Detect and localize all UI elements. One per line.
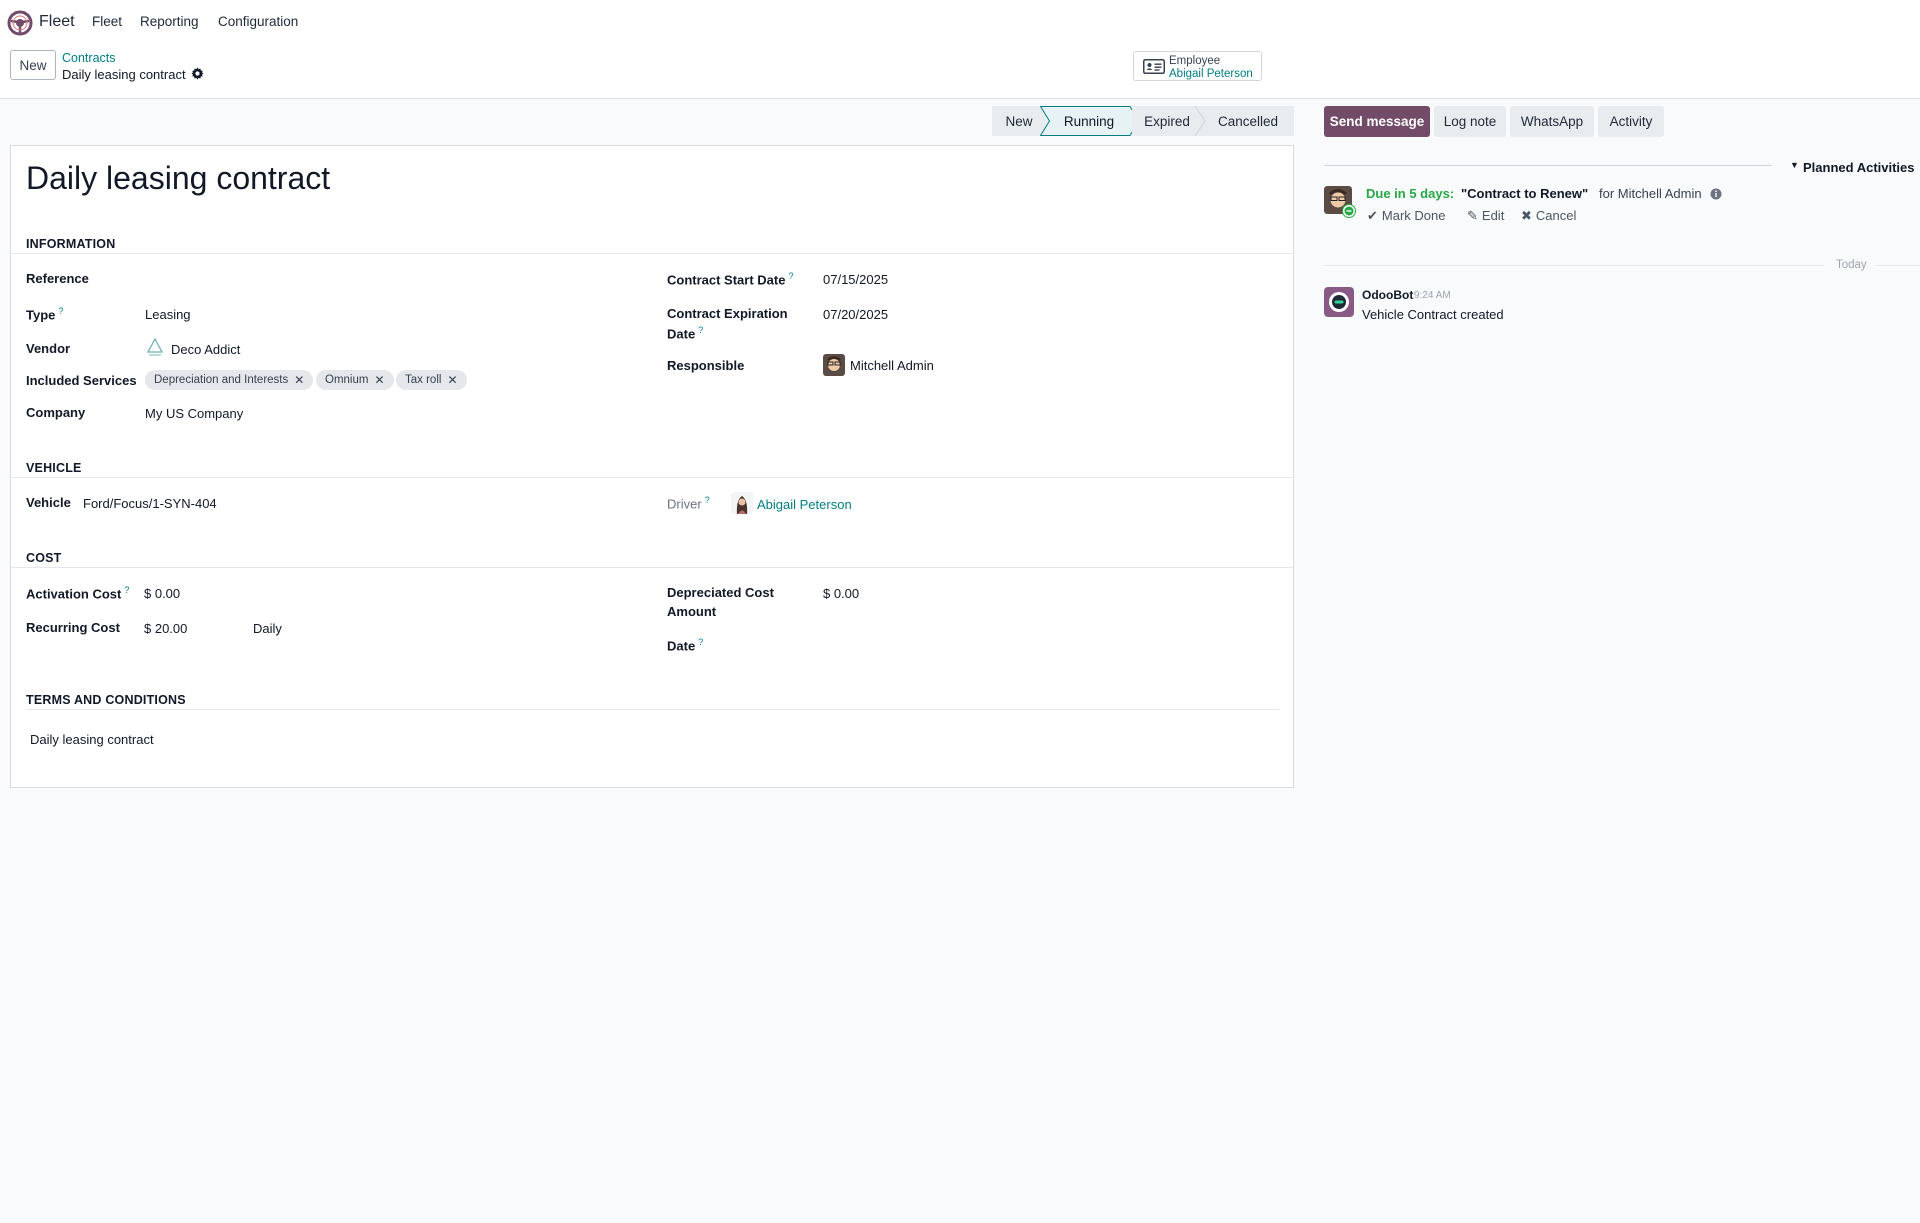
section-divider bbox=[11, 253, 1293, 254]
help-icon: ? bbox=[698, 637, 704, 647]
today-divider-left bbox=[1324, 265, 1824, 266]
form-sheet bbox=[10, 145, 1294, 788]
employee-label: Employee bbox=[1169, 55, 1221, 67]
section-divider bbox=[26, 709, 1279, 710]
send-message-button[interactable]: Send message bbox=[1324, 106, 1430, 137]
menu-fleet[interactable]: Fleet bbox=[92, 14, 122, 29]
section-divider bbox=[11, 567, 1293, 568]
odoobot-avatar bbox=[1324, 287, 1354, 317]
activity-assignee: for Mitchell Admin bbox=[1599, 186, 1702, 201]
section-information: INFORMATION bbox=[26, 237, 116, 251]
activity-type-icon bbox=[1342, 204, 1356, 218]
recurring-cost-value[interactable]: $ 20.00 bbox=[144, 621, 187, 636]
help-icon: ? bbox=[124, 585, 130, 595]
log-note-button[interactable]: Log note bbox=[1434, 106, 1506, 137]
fleet-app-icon[interactable] bbox=[7, 10, 33, 36]
employee-value: Abigail Peterson bbox=[1169, 68, 1253, 80]
app-name[interactable]: Fleet bbox=[39, 13, 75, 31]
included-services-label: Included Services bbox=[26, 373, 137, 388]
message-author[interactable]: OdooBot bbox=[1362, 288, 1413, 302]
help-icon: ? bbox=[58, 306, 64, 316]
type-label: Type? bbox=[26, 306, 64, 323]
whatsapp-button[interactable]: WhatsApp bbox=[1510, 106, 1594, 137]
expiration-date-label: Contract Expiration bbox=[667, 306, 788, 321]
gear-icon[interactable] bbox=[191, 67, 204, 80]
menu-configuration[interactable]: Configuration bbox=[218, 14, 298, 29]
terms-text[interactable]: Daily leasing contract bbox=[30, 732, 154, 747]
stage-separators bbox=[1194, 106, 1206, 136]
recurring-cost-label: Recurring Cost bbox=[26, 620, 120, 635]
start-date-value[interactable]: 07/15/2025 bbox=[823, 272, 888, 287]
vehicle-label: Vehicle bbox=[26, 495, 71, 510]
abigail-avatar bbox=[731, 492, 753, 514]
breadcrumb-current: Daily leasing contract bbox=[62, 67, 186, 82]
employee-smart-button[interactable]: Employee Abigail Peterson bbox=[1133, 51, 1262, 81]
expiration-date-value[interactable]: 07/20/2025 bbox=[823, 307, 888, 322]
section-terms: TERMS AND CONDITIONS bbox=[26, 693, 186, 707]
times-icon: ✖ bbox=[1521, 208, 1532, 223]
activation-cost-label: Activation Cost? bbox=[26, 585, 130, 602]
new-button[interactable]: New bbox=[10, 50, 56, 80]
section-divider bbox=[11, 477, 1293, 478]
recurring-period-select[interactable]: Daily bbox=[253, 621, 282, 636]
vendor-label: Vendor bbox=[26, 341, 71, 356]
planned-activities-toggle[interactable]: Planned Activities bbox=[1803, 160, 1915, 175]
pencil-icon: ✎ bbox=[1467, 208, 1478, 223]
type-value[interactable]: Leasing bbox=[145, 307, 191, 322]
remove-tag-icon[interactable]: ✕ bbox=[447, 373, 457, 387]
message-body: Vehicle Contract created bbox=[1362, 307, 1504, 322]
mitchell-avatar bbox=[823, 354, 845, 376]
today-divider-right bbox=[1876, 265, 1920, 266]
control-panel bbox=[0, 44, 1920, 99]
edit-link[interactable]: ✎ Edit bbox=[1467, 208, 1504, 224]
help-icon: ? bbox=[698, 325, 704, 335]
planned-divider bbox=[1324, 165, 1772, 166]
section-cost: COST bbox=[26, 551, 62, 565]
driver-value[interactable]: Abigail Peterson bbox=[757, 497, 852, 512]
reference-label: Reference bbox=[26, 271, 89, 286]
date-label: Date? bbox=[667, 637, 704, 654]
id-card-icon bbox=[1143, 59, 1165, 74]
message-time: 9:24 AM bbox=[1414, 290, 1451, 301]
activation-cost-value[interactable]: $ 0.00 bbox=[144, 586, 180, 601]
depreciated-cost-label: Depreciated Cost bbox=[667, 585, 774, 600]
company-label: Company bbox=[26, 405, 86, 420]
caret-down-icon[interactable]: ▼ bbox=[1790, 160, 1799, 170]
help-icon: ? bbox=[788, 271, 794, 281]
company-value[interactable]: My US Company bbox=[145, 406, 243, 421]
vendor-value[interactable]: Deco Addict bbox=[171, 342, 240, 357]
info-icon[interactable] bbox=[1710, 188, 1722, 200]
start-date-label: Contract Start Date? bbox=[667, 271, 794, 288]
top-navbar: Fleet Fleet Reporting Configuration bbox=[0, 0, 1920, 44]
remove-tag-icon[interactable]: ✕ bbox=[294, 373, 304, 387]
service-tag[interactable]: Omnium ✕ bbox=[316, 370, 394, 390]
activity-summary: "Contract to Renew" bbox=[1461, 186, 1589, 201]
help-icon: ? bbox=[704, 495, 710, 505]
vendor-logo-icon bbox=[146, 338, 164, 356]
expiration-date-label-2: Date? bbox=[667, 325, 704, 342]
service-tag[interactable]: Tax roll ✕ bbox=[396, 370, 467, 390]
activity-button[interactable]: Activity bbox=[1598, 106, 1664, 137]
driver-label: Driver? bbox=[667, 495, 710, 512]
responsible-value[interactable]: Mitchell Admin bbox=[850, 358, 934, 373]
check-icon: ✔ bbox=[1367, 208, 1378, 223]
depreciated-cost-label-2: Amount bbox=[667, 604, 717, 619]
depreciated-cost-value[interactable]: $ 0.00 bbox=[823, 586, 859, 601]
cancel-link[interactable]: ✖ Cancel bbox=[1521, 208, 1576, 224]
mark-done-link[interactable]: ✔ Mark Done bbox=[1367, 208, 1445, 224]
section-vehicle: VEHICLE bbox=[26, 461, 82, 475]
service-tag[interactable]: Depreciation and Interests ✕ bbox=[145, 370, 314, 390]
today-label: Today bbox=[1836, 259, 1867, 271]
responsible-label: Responsible bbox=[667, 358, 745, 373]
vehicle-value[interactable]: Ford/Focus/1-SYN-404 bbox=[83, 496, 217, 511]
remove-tag-icon[interactable]: ✕ bbox=[374, 373, 384, 387]
contract-title[interactable]: Daily leasing contract bbox=[26, 160, 330, 197]
menu-reporting[interactable]: Reporting bbox=[140, 14, 199, 29]
breadcrumb-contracts[interactable]: Contracts bbox=[62, 51, 116, 65]
stage-cancelled[interactable]: Cancelled bbox=[1202, 106, 1294, 136]
activity-due: Due in 5 days: bbox=[1366, 186, 1455, 201]
stage-new[interactable]: New bbox=[992, 106, 1046, 136]
